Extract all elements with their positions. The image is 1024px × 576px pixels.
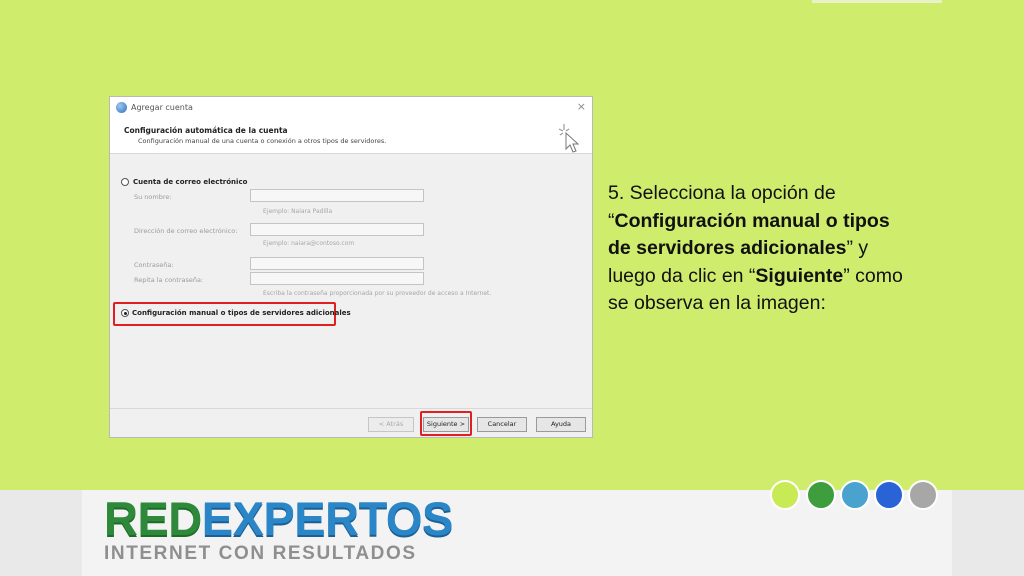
footer-divider [110, 408, 592, 409]
help-button[interactable]: Ayuda [536, 417, 586, 432]
dialog-header: Configuración automática de la cuenta Co… [110, 119, 592, 154]
close-icon[interactable]: × [577, 100, 586, 114]
password-input[interactable] [250, 257, 424, 270]
cancel-button[interactable]: Cancelar [477, 417, 527, 432]
email-hint: Ejemplo: naiara@contoso.com [263, 240, 355, 247]
back-button[interactable]: < Atrás [368, 417, 414, 432]
password-hint: Escriba la contraseña proporcionada por … [263, 290, 492, 297]
brand-dot-3 [840, 480, 870, 510]
repeat-password-input[interactable] [250, 272, 424, 285]
header-subtitle: Configuración manual de una cuenta o con… [138, 137, 387, 145]
add-account-dialog: Agregar cuenta × Configuración automátic… [109, 96, 593, 438]
step-instructions: 5. Selecciona la opción de “Configuració… [608, 180, 908, 318]
step-button-name: Siguiente [755, 264, 844, 287]
brand-dot-5 [908, 480, 938, 510]
brand-dot-2 [806, 480, 836, 510]
logo-red: RED [104, 492, 202, 545]
brand-dot-4 [874, 480, 904, 510]
email-account-label: Cuenta de correo electrónico [133, 178, 248, 186]
redexpertos-logo: REDEXPERTOS [104, 494, 453, 544]
repeat-password-label: Repita la contraseña: [134, 276, 204, 284]
cursor-sparkle-icon [558, 124, 580, 153]
brand-dot-1 [770, 480, 800, 510]
name-input[interactable] [250, 189, 424, 202]
manual-config-label: Configuración manual o tipos de servidor… [132, 309, 351, 317]
brand-tagline: INTERNET CON RESULTADOS [104, 543, 417, 564]
email-account-radio[interactable] [121, 178, 129, 186]
header-title: Configuración automática de la cuenta [124, 126, 288, 135]
name-label: Su nombre: [134, 193, 172, 201]
outlook-globe-icon [116, 102, 127, 113]
email-input[interactable] [250, 223, 424, 236]
top-accent-bar [812, 0, 942, 3]
password-label: Contraseña: [134, 261, 174, 269]
email-label: Dirección de correo electrónico: [134, 227, 238, 235]
logo-expertos: EXPERTOS [201, 492, 454, 545]
dialog-titlebar: Agregar cuenta × [110, 97, 592, 119]
next-button[interactable]: Siguiente > [423, 417, 469, 432]
name-hint: Ejemplo: Naiara Padilla [263, 208, 333, 215]
dialog-title: Agregar cuenta [131, 103, 193, 112]
manual-config-radio[interactable] [121, 309, 129, 317]
